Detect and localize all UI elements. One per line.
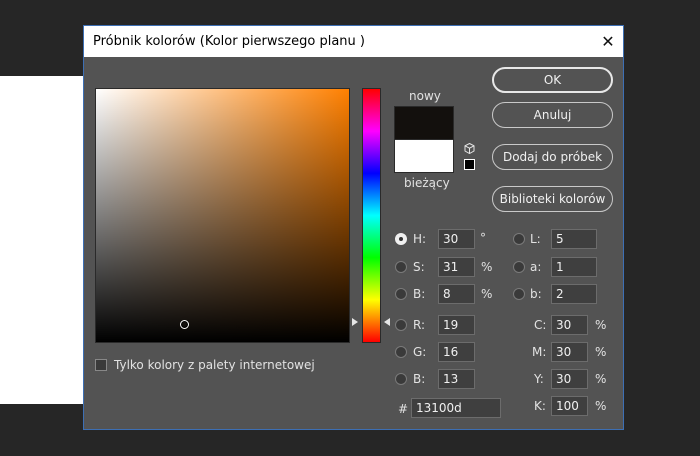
hex-label: #	[398, 402, 409, 416]
lab-b-input[interactable]: 2	[551, 284, 597, 304]
new-color-swatch	[394, 106, 454, 139]
dialog-title: Próbnik kolorów (Kolor pierwszego planu …	[93, 34, 365, 49]
cancel-button[interactable]: Anuluj	[492, 102, 613, 128]
radio-lab-a[interactable]	[513, 261, 525, 273]
hue-slider-right-arrow-icon[interactable]	[384, 318, 390, 326]
saturation-unit: %	[481, 260, 493, 274]
brightness-unit: %	[481, 287, 493, 301]
black-input[interactable]: 100	[551, 396, 588, 416]
color-picker-dialog: Próbnik kolorów (Kolor pierwszego planu …	[83, 25, 624, 430]
close-icon[interactable]: ✕	[593, 26, 623, 57]
color-field-cursor[interactable]	[180, 320, 189, 329]
red-input[interactable]: 19	[438, 315, 475, 335]
web-colors-checkbox[interactable]	[95, 359, 107, 371]
lab-l-label: L:	[530, 232, 541, 246]
yellow-label: Y:	[534, 372, 544, 386]
ok-button[interactable]: OK	[492, 67, 613, 93]
hue-label: H:	[413, 232, 427, 246]
cyan-unit: %	[595, 318, 607, 332]
lab-l-input[interactable]: 5	[551, 229, 597, 249]
radio-hue[interactable]	[395, 233, 407, 245]
radio-red[interactable]	[395, 319, 407, 331]
yellow-input[interactable]: 30	[551, 369, 588, 389]
degree-unit: °	[480, 231, 486, 245]
green-input[interactable]: 16	[438, 342, 475, 362]
radio-saturation[interactable]	[395, 261, 407, 273]
web-colors-label: Tylko kolory z palety internetowej	[114, 358, 315, 372]
radio-lab-l[interactable]	[513, 233, 525, 245]
hue-slider-left-arrow-icon[interactable]	[352, 318, 358, 326]
magenta-label: M:	[532, 345, 547, 359]
radio-brightness[interactable]	[395, 288, 407, 300]
lab-b-label: b:	[530, 287, 542, 301]
magenta-unit: %	[595, 345, 607, 359]
new-color-label: nowy	[409, 89, 441, 103]
current-color-label: bieżący	[404, 176, 450, 190]
websafe-swatch-icon[interactable]	[464, 159, 475, 170]
current-color-swatch[interactable]	[394, 139, 454, 173]
background-canvas	[0, 76, 86, 404]
brightness-input[interactable]: 8	[438, 284, 475, 304]
color-libraries-button[interactable]: Biblioteki kolorów	[492, 186, 613, 212]
cyan-label: C:	[534, 318, 547, 332]
cyan-input[interactable]: 30	[551, 315, 588, 335]
radio-blue[interactable]	[395, 373, 407, 385]
out-of-gamut-cube-icon[interactable]	[464, 143, 475, 154]
lab-a-label: a:	[530, 260, 542, 274]
saturation-label: S:	[413, 260, 425, 274]
brightness-label: B:	[413, 287, 426, 301]
title-bar: Próbnik kolorów (Kolor pierwszego planu …	[84, 26, 623, 57]
hex-input[interactable]: 13100d	[411, 398, 501, 418]
color-field[interactable]	[95, 88, 350, 343]
blue-label: B:	[413, 372, 426, 386]
red-label: R:	[413, 318, 426, 332]
black-unit: %	[595, 399, 607, 413]
saturation-input[interactable]: 31	[438, 257, 475, 277]
radio-lab-b[interactable]	[513, 288, 525, 300]
hue-input[interactable]: 30	[438, 229, 475, 249]
blue-input[interactable]: 13	[438, 369, 475, 389]
magenta-input[interactable]: 30	[551, 342, 588, 362]
add-to-swatches-button[interactable]: Dodaj do próbek	[492, 144, 613, 170]
yellow-unit: %	[595, 372, 607, 386]
black-label: K:	[534, 399, 546, 413]
radio-green[interactable]	[395, 346, 407, 358]
green-label: G:	[413, 345, 427, 359]
lab-a-input[interactable]: 1	[551, 257, 597, 277]
hue-slider[interactable]	[362, 88, 381, 343]
